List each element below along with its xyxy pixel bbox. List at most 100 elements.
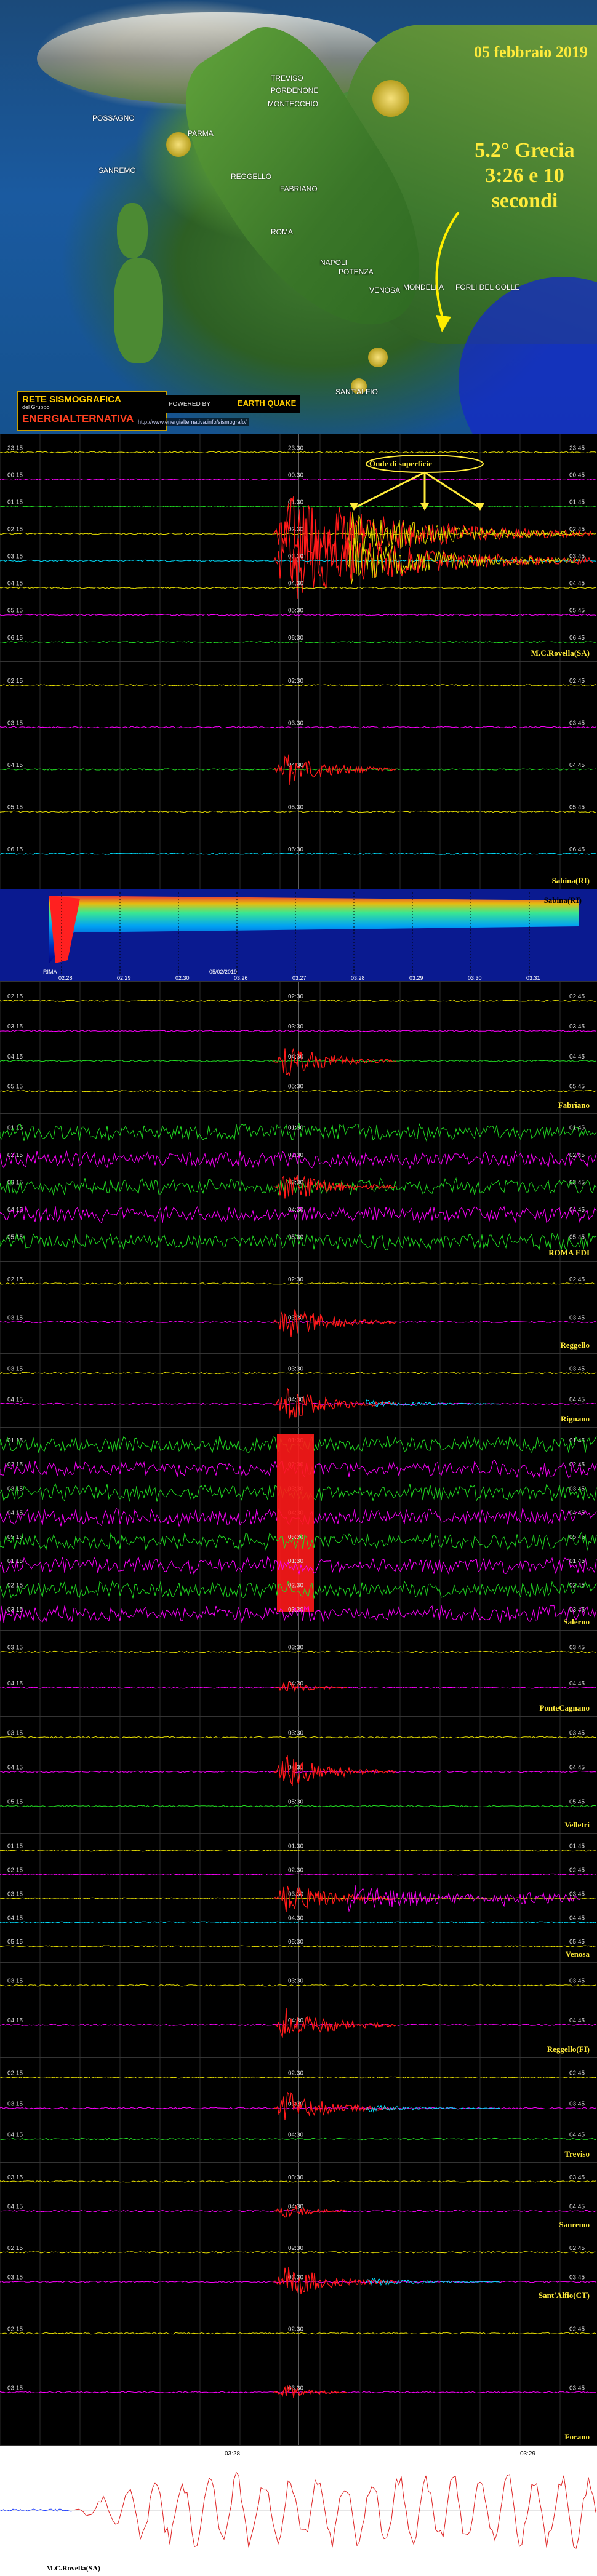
time-tick: 05:15 <box>7 1534 23 1541</box>
time-tick: 03:45 <box>569 2101 585 2108</box>
quake-burst <box>273 1048 396 1077</box>
time-tick: 00:15 <box>7 472 23 479</box>
time-tick: 02:45 <box>569 527 585 533</box>
quake-burst <box>273 1309 396 1337</box>
station-name: M.C.Rovella(SA) <box>531 648 590 658</box>
time-tick: 04:15 <box>7 762 23 769</box>
time-tick: 01:15 <box>7 1843 23 1850</box>
logo-line3: ENERGIALTERNATIVA <box>22 413 134 424</box>
time-tick: 03:15 <box>7 1366 23 1373</box>
network-url[interactable]: http://www.energialternativa.info/sismog… <box>135 418 249 426</box>
zoom-trace-panel: 03:28 03:29 M.C.Rovella(SA) <box>0 2445 597 2576</box>
time-tick: 04:45 <box>569 762 585 769</box>
time-tick: 03:30 <box>288 1644 303 1651</box>
time-tick: 03:45 <box>569 1730 585 1737</box>
station-name: Reggello <box>560 1340 590 1350</box>
time-tick: 23:15 <box>7 445 23 451</box>
time-tick: 02:15 <box>7 2326 23 2333</box>
time-tick: 02:15 <box>7 2245 23 2252</box>
time-tick: 02:30 <box>288 1867 303 1874</box>
time-tick: 01:45 <box>569 1558 585 1565</box>
time-tick: 05:15 <box>7 608 23 614</box>
time-tick: 03:30 <box>288 2174 303 2181</box>
time-tick: 02:15 <box>7 527 23 533</box>
time-tick: 02:15 <box>7 1582 23 1589</box>
quake-burst <box>273 1681 347 1693</box>
time-tick: 03:45 <box>569 2385 585 2391</box>
seismogram: 02:15 02:30 02:4503:15 03:30 03:4504:15 04:30… <box>0 662 597 889</box>
time-tick: 01:45 <box>569 1437 585 1444</box>
time-tick: 04:30 <box>288 1397 303 1404</box>
quake-burst <box>273 2385 347 2398</box>
spectrogram-tick: 02:30 <box>175 975 190 981</box>
time-tick: 03:15 <box>7 2275 23 2281</box>
seismogram-panel: 02:15 02:30 02:45 03:15 03:30 03:45 04:15 04:30… <box>0 981 597 1114</box>
station-name: Forano <box>564 2432 590 2441</box>
seismogram: 02:15 02:30 02:4503:15 03:30 03:4504:15 04:30… <box>0 982 597 1114</box>
time-tick: 06:30 <box>288 846 303 853</box>
time-tick: 03:45 <box>569 1314 585 1321</box>
time-tick: 02:45 <box>569 678 585 685</box>
time-tick: 05:15 <box>7 1799 23 1805</box>
time-tick: 02:45 <box>569 1152 585 1159</box>
time-tick: 03:45 <box>569 1978 585 1985</box>
seismogram: 01:1501:3001:4502:1502:3002:4503:1503:30… <box>0 1834 597 1963</box>
seismogram: 02:15 02:30 02:4503:15 03:30 03:45 <box>0 1262 597 1354</box>
time-tick: 04:45 <box>569 1054 585 1060</box>
time-tick: 05:30 <box>288 608 303 614</box>
time-tick: 01:30 <box>288 1843 303 1850</box>
spectrogram-tick: 03:26 <box>234 975 248 981</box>
time-tick: 02:15 <box>7 993 23 1000</box>
time-tick: 05:45 <box>569 1084 585 1091</box>
time-tick: 05:45 <box>569 608 585 614</box>
time-tick: 03:15 <box>7 2101 23 2108</box>
time-tick: 02:45 <box>569 2245 585 2252</box>
seismogram-panel: 02:15 02:30 02:45 03:15 03:30 03:45 Reggello <box>0 1261 597 1354</box>
station-name: Treviso <box>564 2149 590 2158</box>
event-arrow <box>435 211 460 332</box>
time-tick: 04:30 <box>288 1915 303 1922</box>
italy-map: POSSAGNO PORDENONE MONTECCHIO PARMA SANR… <box>0 0 597 434</box>
time-tick: 05:15 <box>7 805 23 811</box>
seismogram: 03:15 03:30 03:4504:15 04:30 04:45 <box>0 2163 597 2233</box>
time-tick: 03:45 <box>569 720 585 727</box>
time-tick: 06:45 <box>569 635 585 642</box>
seismogram: 02:15 02:30 02:4503:15 03:30 03:4504:15 04:30… <box>0 2058 597 2163</box>
time-tick: 02:15 <box>7 2070 23 2077</box>
time-tick: 04:45 <box>569 1397 585 1404</box>
seismogram: 03:15 03:30 03:4504:15 04:30 04:45 <box>0 1963 597 2058</box>
time-tick: 00:30 <box>288 472 303 479</box>
time-tick: 03:30 <box>288 1179 303 1186</box>
time-tick: 03:15 <box>7 1978 23 1985</box>
time-tick: 05:30 <box>288 805 303 811</box>
spectrogram: 02:28 02:29 02:30 03:26 03:27 03:28 03:29 03:30… <box>0 889 597 982</box>
time-tick: 04:15 <box>7 581 23 587</box>
time-tick: 05:15 <box>7 1084 23 1091</box>
earthquake-logo: EARTH QUAKE <box>238 399 297 408</box>
seismogram: 02:15 02:30 02:4503:15 03:30 03:45 <box>0 2233 597 2304</box>
time-tick: 02:45 <box>569 1276 585 1283</box>
time-tick: 03:45 <box>569 1024 585 1030</box>
time-tick: 04:15 <box>7 1680 23 1687</box>
seismogram: 03:15 03:30 03:4504:15 04:30 04:4505:15 05:30… <box>0 1717 597 1834</box>
seismogram-panel: 03:15 03:30 03:45 04:15 04:30 04:45 05:15 05:30… <box>0 1716 597 1834</box>
time-tick: 03:30 <box>288 720 303 727</box>
time-tick: 06:15 <box>7 846 23 853</box>
time-tick: 04:15 <box>7 1510 23 1517</box>
spectrogram-tick: 03:28 <box>351 975 365 981</box>
powered-by-badge: POWERED BY EARTH QUAKE <box>165 395 300 413</box>
time-tick: 04:15 <box>7 2017 23 2024</box>
station-name: Rignano <box>561 1414 590 1423</box>
seismogram: 01:1501:3001:4502:1502:3002:4503:1503:30… <box>0 1428 597 1631</box>
station-name: M.C.Rovella(SA) <box>46 2564 100 2572</box>
powered-by-label: POWERED BY <box>169 401 210 408</box>
time-tick: 01:30 <box>288 499 303 506</box>
time-tick: 03:30 <box>288 1366 303 1373</box>
seismogram-panel: 02:15 02:30 02:45 03:15 03:30 03:45 Forano <box>0 2304 597 2446</box>
seismogram: 03:15 03:30 03:4504:15 04:30 04:45 <box>0 1354 597 1428</box>
spectrogram-tick: 03:27 <box>292 975 307 981</box>
time-tick: 04:15 <box>7 2132 23 2139</box>
time-tick: 02:30 <box>288 2070 303 2077</box>
time-tick: 01:45 <box>569 1125 585 1132</box>
time-tick: 03:15 <box>7 554 23 560</box>
